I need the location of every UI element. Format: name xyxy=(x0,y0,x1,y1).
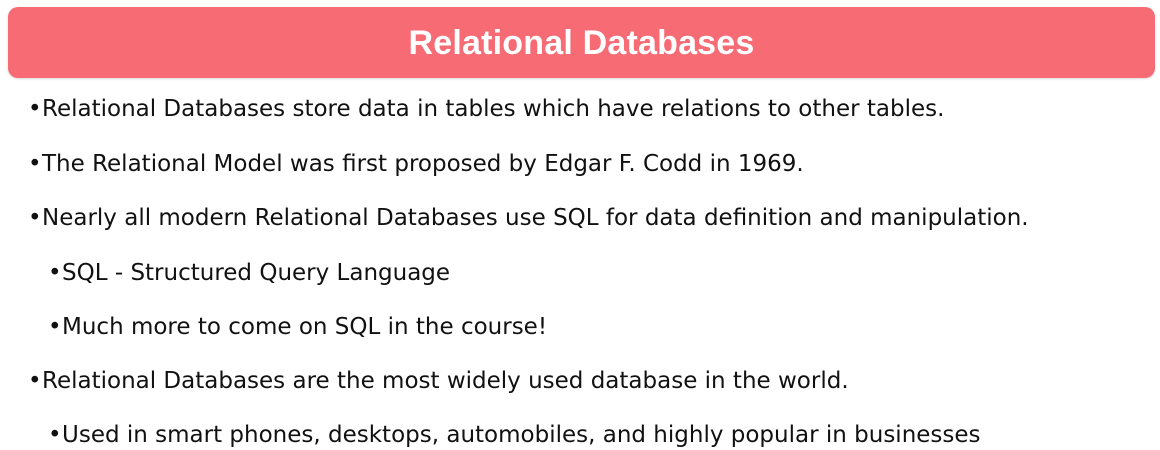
bullet-dot-icon: • xyxy=(28,96,42,122)
sub-bullet-item: •SQL - Structured Query Language xyxy=(48,258,450,288)
sub-bullet-item: •Used in smart phones, desktops, automob… xyxy=(48,420,981,450)
bullet-text: Used in smart phones, desktops, automobi… xyxy=(62,422,981,448)
title-bar: Relational Databases xyxy=(8,7,1155,78)
slide: Relational Databases •Relational Databas… xyxy=(0,0,1160,450)
bullet-dot-icon: • xyxy=(28,205,42,231)
bullet-dot-icon: • xyxy=(48,422,62,448)
sub-bullet-item: •Much more to come on SQL in the course! xyxy=(48,312,547,342)
bullet-dot-icon: • xyxy=(48,314,62,340)
bullet-dot-icon: • xyxy=(48,260,62,286)
bullet-text: Nearly all modern Relational Databases u… xyxy=(42,205,1029,231)
bullet-item: •Nearly all modern Relational Databases … xyxy=(28,203,1029,233)
bullet-dot-icon: • xyxy=(28,368,42,394)
bullet-text: Much more to come on SQL in the course! xyxy=(62,314,548,340)
bullet-text: The Relational Model was first proposed … xyxy=(42,151,804,177)
bullet-item: •Relational Databases store data in tabl… xyxy=(28,94,944,124)
bullet-item: •The Relational Model was first proposed… xyxy=(28,149,804,179)
slide-title: Relational Databases xyxy=(408,24,755,62)
bullet-text: SQL - Structured Query Language xyxy=(62,260,451,286)
bullet-item: •Relational Databases are the most widel… xyxy=(28,366,849,396)
bullet-text: Relational Databases are the most widely… xyxy=(42,368,849,394)
bullet-dot-icon: • xyxy=(28,151,42,177)
bullet-text: Relational Databases store data in table… xyxy=(42,96,945,122)
